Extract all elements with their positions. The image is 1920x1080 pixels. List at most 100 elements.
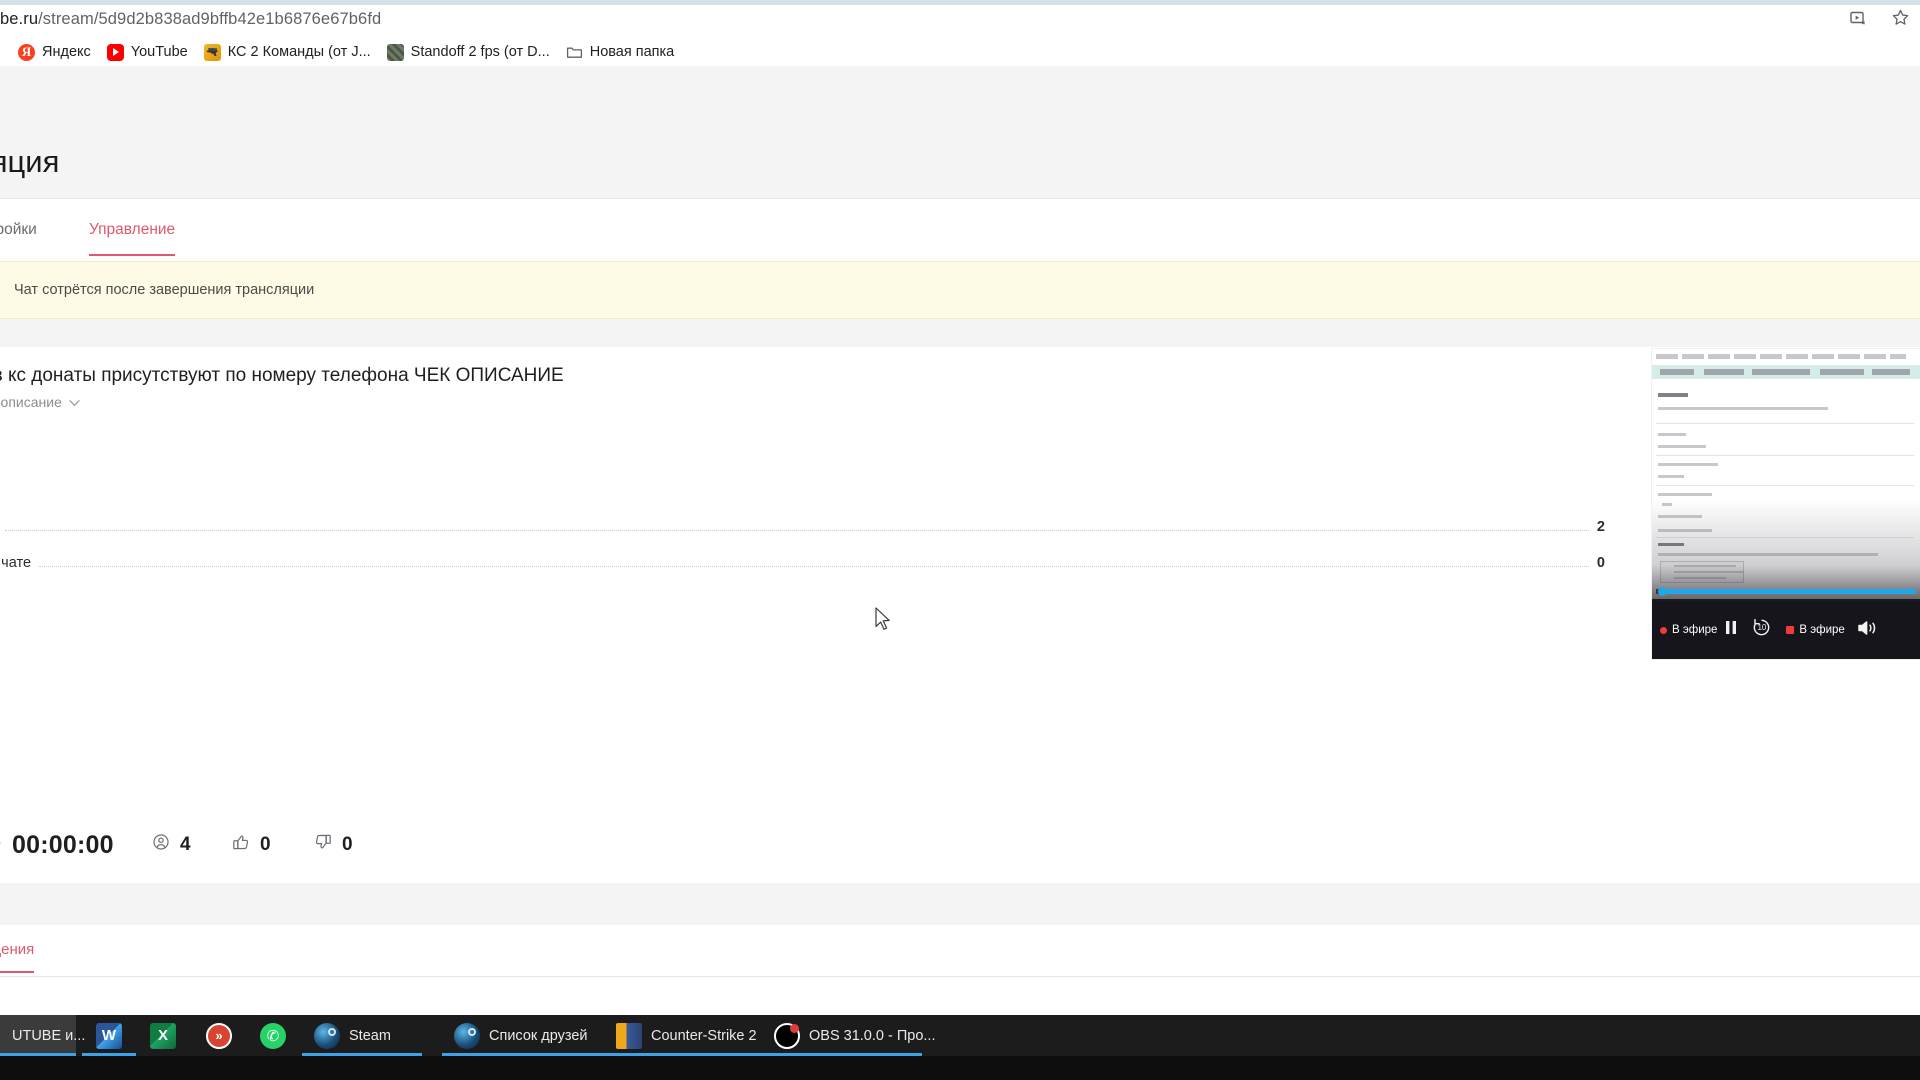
stream-content-panel: граю в кс донаты присутствуют по номеру … — [0, 347, 1920, 807]
bookmarks-bar: Я Яндекс YouTube КС 2 Команды (от J... S… — [0, 38, 1920, 66]
chat-warning-banner: Чат сотрётся после завершения трансляции — [0, 261, 1920, 319]
spacer — [0, 319, 1920, 347]
taskbar-label: OBS 31.0.0 - Про... — [809, 1027, 936, 1044]
tab-settings[interactable]: астройки — [0, 221, 37, 239]
stat-row-chat-messages: общений в чате 0 — [0, 551, 1605, 571]
viewer-count: 4 — [152, 833, 191, 857]
bookmark-yandex[interactable]: Я Яндекс — [12, 42, 101, 63]
chat-tabs: общения — [0, 925, 1920, 977]
show-description-label: казать описание — [0, 394, 62, 410]
bookmark-star-icon[interactable] — [1891, 8, 1910, 27]
viewer-count-value: 4 — [180, 834, 191, 855]
chat-warning-text: Чат сотрётся после завершения трансляции — [14, 282, 315, 298]
bookmark-youtube[interactable]: YouTube — [101, 42, 198, 63]
tab-management[interactable]: Управление — [89, 221, 176, 256]
taskbar-item-whatsapp[interactable]: ✆ — [246, 1015, 300, 1056]
live-label: В эфире — [1799, 624, 1845, 636]
bookmark-cs2-teams[interactable]: КС 2 Команды (от J... — [198, 42, 381, 63]
url-path: /stream/5d9d2b838ad9bffb42e1b6876e67b6fd — [38, 10, 382, 28]
like-count[interactable]: 0 — [232, 833, 271, 857]
yandex-icon: Я — [18, 43, 35, 61]
viewer-icon — [152, 833, 170, 857]
youtube-icon — [106, 43, 124, 61]
remote-desktop-icon: » — [206, 1022, 232, 1049]
bookmark-label: Новая папка — [589, 44, 675, 60]
live-badge-left: В эфире — [1660, 624, 1717, 636]
stat-label: общений в чате — [0, 555, 32, 571]
stream-preview-player[interactable]: В эфире 10 В эфире — [1652, 349, 1920, 659]
section-tabs: астройки Управление — [0, 198, 1920, 261]
chevron-down-icon — [69, 394, 80, 410]
excel-icon: X — [150, 1022, 176, 1049]
show-description-toggle[interactable]: казать описание — [0, 394, 80, 410]
taskbar-item-steam-friends[interactable]: Список друзей — [442, 1015, 612, 1056]
bookmark-label: Яндекс — [42, 44, 91, 60]
taskbar-item-remote-desktop[interactable]: » — [192, 1015, 246, 1056]
taskbar-item-steam[interactable]: Steam — [302, 1015, 422, 1056]
taskbar-active-underline — [302, 1053, 422, 1056]
media-control-icon[interactable] — [1849, 9, 1867, 27]
taskbar-item-word[interactable]: W — [82, 1015, 136, 1056]
address-bar[interactable]: be.ru/stream/5d9d2b838ad9bffb42e1b6876e6… — [0, 10, 381, 29]
steam-friends-icon — [454, 1022, 480, 1049]
live-square-icon — [1786, 626, 1795, 634]
taskbar-item-browser[interactable]: UTUBE и... — [0, 1015, 85, 1056]
rewind-10-icon[interactable]: 10 — [1751, 617, 1772, 643]
taskbar-label: Steam — [349, 1027, 391, 1044]
taskbar-item-excel[interactable]: X — [136, 1015, 190, 1056]
player-progress-bar[interactable] — [1656, 587, 1916, 596]
obs-icon — [774, 1022, 800, 1049]
cs2-teams-icon — [203, 43, 221, 61]
bookmark-standoff2[interactable]: Standoff 2 fps (от D... — [381, 42, 560, 63]
preview-toolbar — [1652, 365, 1920, 379]
stat-value: 2 — [1596, 519, 1605, 535]
dislike-count[interactable]: 0 — [314, 833, 353, 857]
whatsapp-icon: ✆ — [260, 1022, 286, 1049]
live-label: В эфире — [1672, 624, 1718, 636]
mouse-cursor — [875, 607, 892, 636]
taskbar-label: Список друзей — [489, 1027, 588, 1044]
taskbar-item-cs2[interactable]: Counter-Strike 2 — [604, 1015, 764, 1056]
rewind-amount-label: 10 — [1757, 623, 1767, 632]
taskbar-active-underline — [0, 1053, 76, 1056]
preview-titlebar — [1656, 354, 1906, 359]
steam-icon — [314, 1022, 340, 1049]
taskbar-active-underline — [604, 1053, 764, 1056]
chat-list-empty — [0, 977, 1920, 1015]
taskbar-label: Counter-Strike 2 — [651, 1027, 757, 1044]
bookmark-label: КС 2 Команды (от J... — [227, 44, 371, 60]
thumbs-down-icon[interactable] — [314, 833, 332, 857]
bookmark-new-folder[interactable]: Новая папка — [560, 42, 685, 63]
player-progress-knob[interactable] — [1658, 587, 1667, 596]
page-title: нсляция — [0, 144, 60, 179]
taskbar-item-obs[interactable]: OBS 31.0.0 - Про... — [762, 1015, 936, 1056]
spacer — [0, 883, 1920, 925]
duration-value: 00:00:00 — [12, 830, 114, 859]
windows-taskbar: UTUBE и... W X » ✆ Steam Список друзей C… — [0, 1015, 1920, 1080]
bookmark-label: Standoff 2 fps (от D... — [410, 44, 550, 60]
stream-duration: 00:00:00 — [0, 831, 114, 860]
taskbar-active-underline — [82, 1053, 136, 1056]
standoff2-icon — [386, 43, 404, 61]
player-controls: В эфире 10 В эфире — [1652, 601, 1920, 659]
like-count-value: 0 — [260, 834, 271, 855]
url-domain: be.ru — [0, 10, 39, 28]
page-viewport: нсляция астройки Управление Чат сотрётся… — [0, 66, 1920, 1015]
live-badge-right: В эфире — [1786, 624, 1845, 636]
word-icon: W — [96, 1022, 122, 1049]
taskbar-active-underline — [442, 1053, 612, 1056]
browser-toolbar: be.ru/stream/5d9d2b838ad9bffb42e1b6876e6… — [0, 0, 1920, 38]
folder-icon — [566, 44, 583, 61]
tab-messages[interactable]: общения — [0, 941, 35, 973]
dot-leader — [4, 530, 1589, 531]
thumbs-up-icon[interactable] — [232, 833, 250, 857]
volume-icon[interactable] — [1857, 619, 1879, 642]
screen: be.ru/stream/5d9d2b838ad9bffb42e1b6876e6… — [0, 0, 1920, 1080]
bookmark-label: YouTube — [130, 44, 188, 60]
dislike-count-value: 0 — [342, 834, 353, 855]
tab-strip-remainder — [300, 0, 1920, 5]
stat-row-views: росмотров 2 — [0, 515, 1605, 535]
pause-icon[interactable] — [1725, 620, 1737, 640]
taskbar-strip: UTUBE и... W X » ✆ Steam Список друзей C… — [0, 1015, 1920, 1056]
cs2-icon — [616, 1022, 642, 1049]
